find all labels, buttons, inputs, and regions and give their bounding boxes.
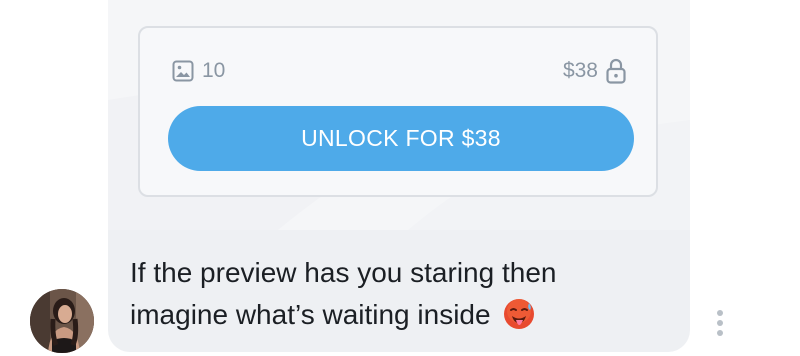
more-vertical-icon-dot	[717, 330, 723, 336]
avatar-image	[30, 289, 94, 353]
more-vertical-icon	[717, 310, 723, 316]
message-bubble: 10 $38 UNLOCK FOR $38 If the preview has…	[108, 0, 690, 352]
locked-post-card: 10 $38 UNLOCK FOR $38	[138, 26, 658, 197]
image-icon	[172, 60, 194, 82]
more-options-button[interactable]	[712, 306, 728, 340]
lock-icon	[606, 58, 626, 84]
price-tag: $38	[563, 58, 626, 84]
chat-screen: 10 $38 UNLOCK FOR $38 If the preview has…	[0, 0, 800, 356]
unlock-button-label: UNLOCK FOR $38	[301, 125, 501, 151]
media-count: 10	[172, 58, 225, 84]
message-text: If the preview has you staring then imag…	[130, 257, 557, 330]
more-vertical-icon-dot	[717, 320, 723, 326]
unlock-button[interactable]: UNLOCK FOR $38	[168, 106, 634, 171]
price-label: $38	[562, 59, 598, 82]
media-count-value: 10	[202, 59, 226, 82]
message-text-block: If the preview has you staring then imag…	[130, 252, 650, 336]
hot-face-emoji	[504, 299, 535, 329]
avatar[interactable]	[30, 289, 94, 353]
locked-media-preview: 10 $38 UNLOCK FOR $38	[108, 0, 690, 230]
